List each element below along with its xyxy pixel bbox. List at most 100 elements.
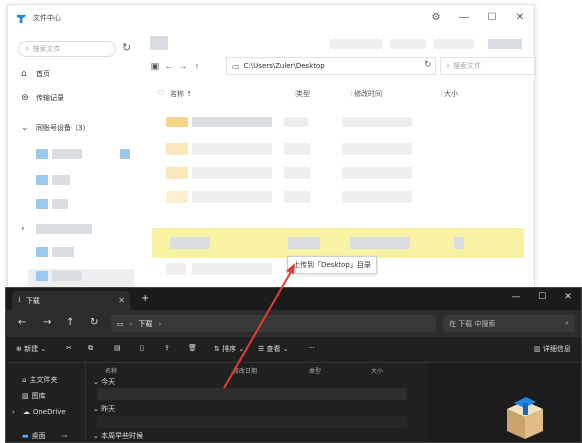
header-action[interactable] <box>434 39 474 49</box>
delete-icon[interactable]: 🗑 <box>188 344 197 352</box>
sort-button[interactable]: ⇅ 排序 ⌄ <box>214 344 244 354</box>
device-name[interactable] <box>52 247 74 257</box>
minimize-button[interactable]: — <box>450 11 478 25</box>
title-bar: 文件中心 ⚙ — ☐ ✕ <box>8 5 534 31</box>
group-yesterday[interactable]: ⌄ 昨天 <box>93 404 115 414</box>
maximize-button[interactable]: ☐ <box>478 11 506 25</box>
nav-item-desktop[interactable]: ▬ 桌面 ⊸ <box>22 431 68 441</box>
close-button[interactable]: ✕ <box>506 11 534 25</box>
chevron-right-icon: › <box>21 224 25 234</box>
refresh-icon[interactable]: ↻ <box>122 41 131 54</box>
table-row[interactable] <box>192 191 272 203</box>
device-name[interactable] <box>52 149 82 159</box>
share-icon[interactable]: ⇪ <box>164 344 170 352</box>
forward-arrow-icon[interactable]: → <box>176 61 190 71</box>
column-size[interactable]: 大小 <box>371 366 383 375</box>
table-row[interactable] <box>192 117 272 127</box>
column-type[interactable]: 类型 <box>309 366 321 375</box>
new-tab-button[interactable]: + <box>141 293 149 304</box>
back-arrow-icon[interactable]: ← <box>162 61 176 71</box>
sidebar-item-transfer[interactable]: ⊜ 传输记录 <box>21 93 64 103</box>
device-title <box>150 36 168 50</box>
view-button[interactable]: ☰ 查看 ⌄ <box>258 344 289 354</box>
minimize-button[interactable]: — <box>503 290 529 304</box>
new-button[interactable]: ⊕ 新建 ⌄ <box>16 344 46 354</box>
file-search-input[interactable]: ⌕ 搜索文件 <box>440 57 536 75</box>
file-center-window: 文件中心 ⚙ — ☐ ✕ ⌕ 搜索文件 ↻ ⌂ 首页 ⊜ 传输记录 ⌄ 同账号设… <box>7 4 536 304</box>
copy-icon[interactable]: ⧉ <box>88 344 93 353</box>
device-name[interactable] <box>52 175 70 185</box>
header-action[interactable] <box>488 39 522 49</box>
paste-icon[interactable]: ▤ <box>114 344 121 352</box>
column-name[interactable]: 名称 <box>105 366 117 375</box>
explorer-search-input[interactable]: 在 下载 中搜索 ⌕ <box>443 315 575 332</box>
table-row[interactable] <box>97 388 407 400</box>
column-modified[interactable]: 修改日期 <box>233 366 257 375</box>
select-all-checkbox[interactable]: ☐ <box>158 89 164 97</box>
back-arrow-icon[interactable]: ← <box>18 317 26 328</box>
rename-icon[interactable]: ▯ <box>140 344 144 352</box>
column-modified[interactable]: 修改时间 <box>354 89 382 99</box>
folder-icon[interactable]: ▣ <box>148 61 162 72</box>
navigation-pane: ⌂ 主文件夹 ▨ 图库 › ☁ OneDrive ▬ 桌面 ⊸ <box>6 363 86 442</box>
device-icon <box>36 271 48 281</box>
cut-icon[interactable]: ✂ <box>66 344 72 352</box>
group-today[interactable]: ⌄ 今天 <box>93 377 115 387</box>
up-arrow-icon[interactable]: ↑ <box>190 61 204 71</box>
app-logo-icon <box>16 14 27 23</box>
address-bar[interactable]: ▭ › 下载 › <box>111 315 436 332</box>
settings-icon[interactable]: ⚙ <box>422 11 450 25</box>
chevron-right-icon: › <box>12 408 15 416</box>
close-button[interactable]: ✕ <box>555 290 581 304</box>
refresh-icon[interactable]: ↻ <box>90 317 98 328</box>
upload-tooltip: 上传到「Desktop」目录 <box>287 256 377 274</box>
nav-item-gallery[interactable]: ▨ 图库 <box>22 391 46 401</box>
header-action[interactable] <box>330 39 382 49</box>
nav-item-home[interactable]: ⌂ 主文件夹 <box>22 375 57 385</box>
refresh-icon[interactable]: ↻ <box>424 59 432 70</box>
close-tab-icon[interactable]: ✕ <box>118 296 125 305</box>
table-row[interactable] <box>192 263 272 275</box>
window-controls: — ☐ ✕ <box>503 290 581 304</box>
sidebar-item-devices[interactable]: ⌄ 同账号设备（3） <box>21 123 89 133</box>
file-list-header: 名称 修改日期 类型 大小 <box>87 363 427 375</box>
group-earlier-this-week[interactable]: ⌄ 本周早些时候 <box>93 431 143 441</box>
column-name[interactable]: 名称 ↑ <box>170 89 192 99</box>
header-action[interactable] <box>390 39 426 49</box>
column-size[interactable]: 大小 <box>444 89 458 99</box>
details-pane <box>427 363 581 442</box>
column-type[interactable]: 类型 <box>296 89 310 99</box>
path-bar[interactable]: ▭ C:\Users\Zuler\Desktop <box>226 57 436 75</box>
device-name[interactable] <box>52 199 68 209</box>
maximize-button[interactable]: ☐ <box>529 290 555 304</box>
table-cell <box>342 117 412 127</box>
window-controls: ⚙ — ☐ ✕ <box>422 11 534 25</box>
device-icon <box>120 149 130 159</box>
table-row[interactable] <box>170 237 210 249</box>
search-icon: ⌕ <box>446 61 450 70</box>
sidebar-search-input[interactable]: ⌕ 搜索文件 <box>18 41 116 57</box>
pin-icon: ⊸ <box>61 432 68 440</box>
forward-arrow-icon[interactable]: → <box>43 317 51 328</box>
sidebar-item-home[interactable]: ⌂ 首页 <box>21 69 50 79</box>
device-name[interactable] <box>52 271 82 281</box>
command-bar: ⊕ 新建 ⌄ ✂ ⧉ ▤ ▯ ⇪ 🗑 ⇅ 排序 ⌄ ☰ 查看 ⌄ ··· ▥ 详… <box>6 337 581 363</box>
details-button[interactable]: ▥ 详细信息 <box>534 344 571 354</box>
file-icon <box>166 191 188 203</box>
table-row[interactable] <box>97 416 407 428</box>
table-row[interactable] <box>192 143 272 155</box>
device-name[interactable] <box>36 224 92 234</box>
nav-item-onedrive[interactable]: › ☁ OneDrive <box>12 408 66 416</box>
more-button[interactable]: ··· <box>308 344 315 352</box>
home-icon: ⌂ <box>21 69 27 79</box>
sidebar-item-collapsed[interactable]: › <box>21 224 36 234</box>
breadcrumb[interactable]: 下载 <box>138 319 152 329</box>
app-title: 文件中心 <box>33 14 61 22</box>
table-row[interactable] <box>192 167 272 179</box>
tab-downloads[interactable]: ⭳ 下载 ✕ <box>12 291 130 310</box>
column-divider: | <box>440 89 443 97</box>
table-cell <box>342 191 412 203</box>
table-cell <box>454 237 464 249</box>
up-arrow-icon[interactable]: ↑ <box>66 317 74 328</box>
chevron-right-icon: › <box>129 319 133 328</box>
